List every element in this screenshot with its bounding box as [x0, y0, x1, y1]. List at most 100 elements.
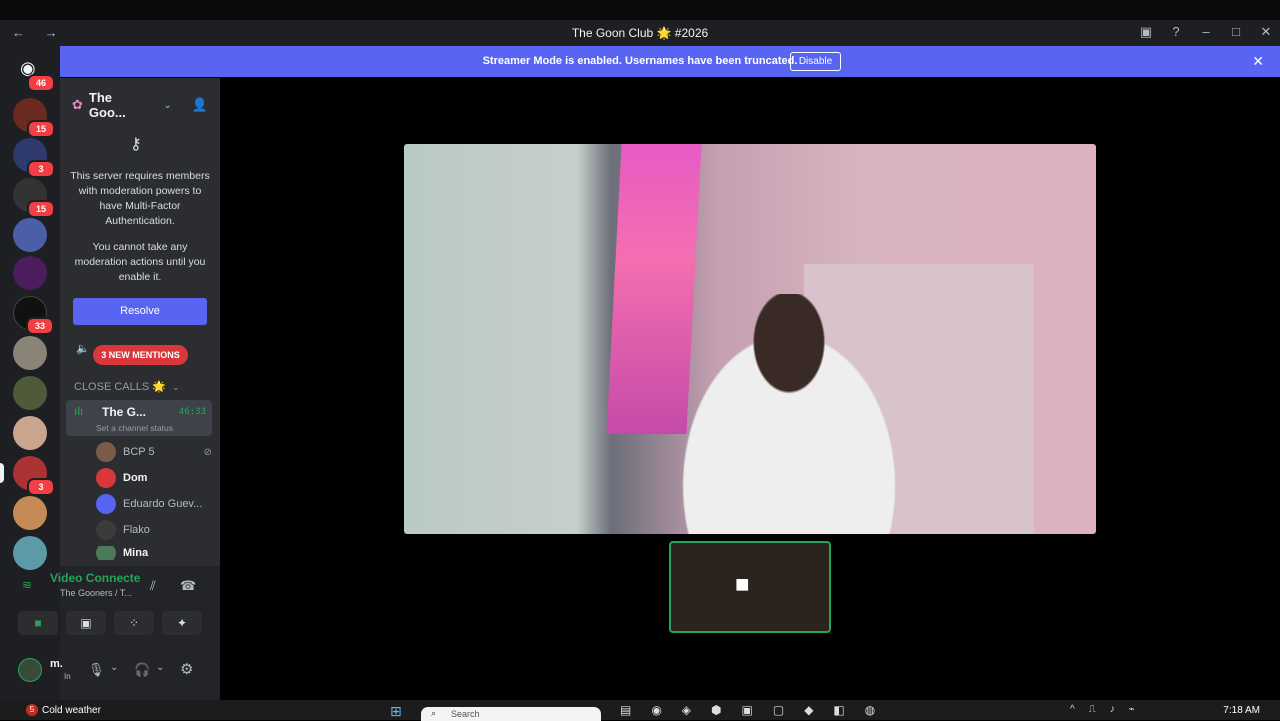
streamer-mode-banner: Streamer Mode is enabled. Usernames have… — [60, 46, 1280, 77]
mfa-warning: You cannot take any moderation actions u… — [74, 241, 206, 283]
clock[interactable]: 7:18 AM — [1223, 705, 1260, 716]
disconnect-icon[interactable]: ☎ — [180, 578, 196, 594]
server-icon[interactable] — [13, 336, 47, 370]
server-icon[interactable] — [13, 256, 47, 290]
server-icon[interactable] — [13, 416, 47, 450]
screen-share-button[interactable]: ▣ — [66, 611, 106, 635]
server-icon[interactable]: 15 — [13, 98, 55, 138]
maximize-button[interactable]: □ — [1228, 24, 1244, 40]
new-mentions-pill[interactable]: 3 NEW MENTIONS — [93, 345, 188, 365]
avatar — [96, 494, 116, 514]
unread-badge: 15 — [27, 120, 55, 138]
selected-indicator — [0, 463, 4, 483]
chevron-down-icon[interactable]: ⌄ — [110, 662, 118, 673]
member-name: Flako — [123, 524, 150, 536]
unread-badge: 3 — [27, 160, 55, 178]
activities-button[interactable]: ⁘ — [114, 611, 154, 635]
server-icon[interactable]: 3 — [13, 138, 55, 178]
voice-member[interactable]: Dom — [96, 468, 212, 488]
window-title: The Goon Club 🌟 #2026 — [571, 26, 709, 40]
server-icon[interactable] — [13, 496, 47, 530]
chevron-down-icon[interactable]: ⌄ — [156, 662, 164, 673]
inbox-icon[interactable]: ▣ — [1138, 24, 1154, 40]
settings-gear-icon[interactable]: ⚙ — [180, 660, 193, 678]
taskbar-search-box[interactable]: ⌕ Search — [421, 707, 601, 721]
chevron-down-icon: ⌄ — [163, 99, 172, 111]
top-strip — [0, 0, 1280, 20]
voice-channel-name: The G... — [102, 405, 147, 419]
avatar — [96, 442, 116, 462]
avatar — [96, 520, 116, 540]
chevron-down-icon: ⌄ — [172, 382, 180, 392]
minimize-button[interactable]: – — [1198, 24, 1214, 40]
user-panel: m. In 🎙 ⌄ 🎧 ⌄ ⚙ — [18, 650, 220, 690]
server-list: ◉ 46 15 3 15 33 3 — [0, 46, 60, 700]
server-badge-icon: ✿ — [72, 97, 83, 112]
voice-channel-active[interactable]: ılı The G... 46:33 Set a channel status — [66, 400, 212, 436]
avatar[interactable] — [18, 658, 42, 682]
user-status: In — [64, 672, 71, 681]
weather-badge: 5 — [26, 704, 38, 716]
member-name: Eduardo Guev... — [123, 498, 203, 510]
add-member-icon[interactable]: 👤 — [192, 97, 208, 113]
server-icon[interactable] — [13, 376, 47, 410]
member-name: Dom — [123, 472, 148, 484]
voice-location[interactable]: The Gooners / T... — [60, 588, 132, 598]
server-icon-selected[interactable]: 3 — [0, 456, 55, 496]
signal-icon: ≋ — [22, 578, 33, 592]
unread-badge: 46 — [27, 74, 55, 92]
self-video-tile[interactable]: ■ — [669, 541, 831, 633]
mic-muted-icon: ⊘ — [203, 446, 212, 458]
unread-badge: 15 — [27, 200, 55, 218]
username[interactable]: m. — [50, 658, 63, 670]
server-header[interactable]: ✿ The Goo... ⌄ 👤 — [72, 90, 208, 120]
category-label: CLOSE CALLS 🌟 — [74, 381, 166, 393]
help-icon[interactable]: ? — [1168, 24, 1184, 40]
os-taskbar: 5 Cold weather ⊞ ⌕ Search ▤◉◈⬢▣▢◆◧◍ ^⎍♪⌁… — [0, 700, 1280, 721]
search-icon: ⌕ — [431, 708, 437, 718]
voice-timer: 46:33 — [178, 407, 206, 417]
voice-member[interactable]: Flako — [96, 520, 212, 540]
key-icon: ⚷ — [130, 136, 142, 153]
search-placeholder: Search — [451, 709, 480, 719]
voice-member[interactable]: Mina — [96, 546, 212, 560]
voice-waveform-icon: ılı — [74, 404, 84, 418]
taskbar-apps[interactable]: ▤◉◈⬢▣▢◆◧◍ — [620, 703, 895, 717]
speaker-icon: 🔈 — [76, 343, 90, 355]
voice-status[interactable]: Video Connecte — [50, 571, 140, 585]
unread-badge: 33 — [26, 317, 54, 335]
title-bar: ← → The Goon Club 🌟 #2026 ▣ ? – □ ✕ — [0, 20, 1280, 46]
voice-member[interactable]: BCP 5 ⊘ — [96, 442, 212, 462]
home-button[interactable]: ◉ 46 — [13, 52, 55, 92]
headset-icon[interactable]: 🎧 — [134, 662, 150, 678]
system-tray-icons[interactable]: ^⎍♪⌁ — [1070, 704, 1149, 715]
person — [654, 294, 924, 534]
close-icon[interactable]: ✕ — [1252, 53, 1264, 70]
server-icon[interactable] — [13, 536, 47, 570]
member-name: BCP 5 — [123, 446, 155, 458]
windows-start-icon[interactable]: ⊞ — [390, 703, 402, 720]
weather-widget[interactable]: Cold weather — [42, 705, 101, 716]
video-feed[interactable] — [404, 144, 1096, 534]
close-button[interactable]: ✕ — [1258, 24, 1274, 40]
member-name: Mina — [123, 547, 149, 559]
channel-category[interactable]: CLOSE CALLS 🌟 ⌄ — [74, 380, 180, 393]
server-icon[interactable]: 15 — [13, 178, 55, 218]
unread-badge: 3 — [27, 478, 55, 496]
server-icon[interactable]: 33 — [13, 296, 54, 335]
soundboard-button[interactable]: ✦ — [162, 611, 202, 635]
avatar — [96, 468, 116, 488]
banner-text: Streamer Mode is enabled. Usernames have… — [482, 55, 798, 67]
disable-button[interactable]: Disable — [790, 52, 841, 71]
mfa-notice: This server requires members with modera… — [70, 170, 210, 227]
avatar — [96, 546, 116, 560]
resolve-button[interactable]: Resolve — [73, 298, 207, 325]
voice-member[interactable]: Eduardo Guev... — [96, 494, 212, 514]
noise-suppression-icon[interactable]: ⫽ — [150, 578, 156, 594]
microphone-icon[interactable]: 🎙 — [88, 662, 105, 678]
server-name: The Goo... — [88, 90, 126, 120]
camera-button[interactable]: ■ — [18, 611, 58, 635]
channel-status[interactable]: Set a channel status — [96, 423, 173, 433]
server-icon[interactable] — [13, 218, 47, 252]
video-camera-icon: ■ — [735, 571, 750, 598]
